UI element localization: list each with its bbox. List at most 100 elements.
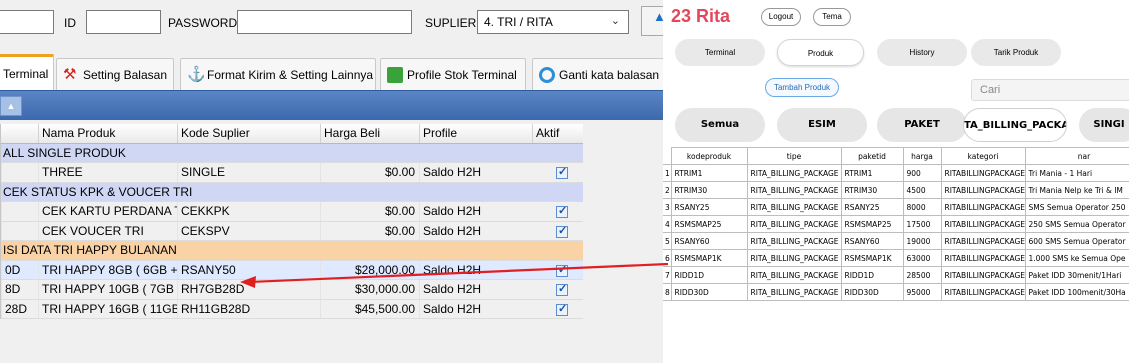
table-row[interactable]: 28D TRI HAPPY 16GB ( 11GB + RH11GB28D $45,5…	[1, 299, 583, 319]
aktif-checkbox[interactable]	[556, 302, 568, 316]
col-tipe[interactable]: tipe	[746, 147, 842, 165]
cell-tipe: RITA_BILLING_PACKAGE	[746, 266, 842, 284]
search-input[interactable]: Cari	[971, 79, 1129, 101]
row-kode-suplier: CEKKPK	[177, 202, 320, 221]
tab-label: Format Kirim & Setting Lainnya	[207, 67, 374, 82]
nav-terminal[interactable]: Terminal	[675, 39, 765, 66]
table-row[interactable]: 1 RTRIM1 RITA_BILLING_PACKAGE RTRIM1 900 RITA…	[663, 164, 1129, 182]
nav-tarik-produk[interactable]: Tarik Produk	[971, 39, 1061, 66]
category-single[interactable]: SINGI	[1079, 108, 1129, 142]
table-row[interactable]: 4 RSMSMAP25 RITA_BILLING_PACKAGE RSMSMAP25 1…	[663, 215, 1129, 233]
aktif-checkbox[interactable]	[556, 282, 568, 296]
table-row[interactable]: 8 RIDD30D RITA_BILLING_PACKAGE RIDD30D 95000…	[663, 283, 1129, 301]
row-number: 3	[663, 198, 672, 216]
col-kodeproduk[interactable]: kodeproduk	[670, 147, 748, 165]
category-semua[interactable]: Semua	[675, 108, 765, 142]
tab-format-kirim[interactable]: ⚓ Format Kirim & Setting Lainnya	[180, 58, 376, 90]
cell-harga: 19000	[902, 232, 942, 250]
cell-paketid: RTRIM1	[840, 164, 904, 182]
logout-button[interactable]: Logout	[761, 8, 801, 26]
row-number: 2	[663, 181, 672, 199]
tab-ganti-kata-balasan[interactable]: Ganti kata balasan	[532, 58, 672, 90]
cell-tipe: RITA_BILLING_PACKAGE	[746, 249, 842, 267]
row-code	[1, 221, 38, 240]
group-label: ISI DATA TRI HAPPY BULANAN	[3, 243, 177, 257]
aktif-checkbox[interactable]	[556, 263, 568, 277]
col-nama[interactable]: nar	[1024, 147, 1129, 165]
row-nama-produk: CEK VOUCER TRI	[38, 221, 177, 240]
row-number: 1	[663, 164, 672, 182]
col-nama-produk[interactable]: Nama Produk	[38, 124, 177, 143]
nav-produk[interactable]: Produk	[777, 39, 864, 66]
col-kategori[interactable]: kategori	[940, 147, 1026, 165]
tema-button[interactable]: Tema	[813, 8, 851, 26]
row-number: 7	[663, 266, 672, 284]
cell-paketid: RSMSMAP25	[840, 215, 904, 233]
cell-nama: 600 SMS Semua Operator	[1024, 232, 1129, 250]
category-esim[interactable]: ESIM	[777, 108, 867, 142]
cell-kategori: RITABILLINGPACKAGE	[940, 164, 1026, 182]
table-row[interactable]: 8D TRI HAPPY 10GB ( 7GB + . RH7GB28D $30,00…	[1, 280, 583, 300]
password-label: PASSWORD	[168, 16, 238, 30]
row-profile: Saldo H2H	[419, 202, 532, 221]
group-label: ALL SINGLE PRODUK	[3, 145, 126, 160]
cell-paketid: RSANY60	[840, 232, 904, 250]
user-field[interactable]	[0, 10, 54, 34]
row-profile: Saldo H2H	[419, 299, 532, 318]
group-row[interactable]: ISI DATA TRI HAPPY BULANAN	[1, 241, 583, 261]
aktif-checkbox[interactable]	[556, 224, 568, 238]
col-harga[interactable]: harga	[902, 147, 942, 165]
tab-setting-balasan[interactable]: ⚒ Setting Balasan	[56, 58, 174, 90]
password-field[interactable]	[237, 10, 412, 34]
row-number: 6	[663, 249, 672, 267]
group-row[interactable]: ALL SINGLE PRODUK	[1, 143, 583, 163]
table-row[interactable]: CEK KARTU PERDANA TRICEKKPK$0.00Saldo H2…	[1, 202, 583, 222]
tab-label: Profile Stok Terminal	[407, 67, 517, 82]
table-row[interactable]: CEK VOUCER TRI CEKSPV $0.00 Saldo H2H	[1, 221, 583, 241]
tab-profile-stok[interactable]: Profile Stok Terminal	[380, 58, 526, 90]
category-paket[interactable]: PAKET	[877, 108, 967, 142]
aktif-checkbox[interactable]	[556, 165, 568, 179]
cell-kodeproduk: RTRIM1	[670, 164, 748, 182]
col-harga-beli[interactable]: Harga Beli	[320, 124, 419, 143]
col-kode-suplier[interactable]: Kode Suplier	[177, 124, 320, 143]
row-profile: Saldo H2H	[419, 221, 532, 240]
col-profile[interactable]: Profile	[419, 124, 532, 143]
id-field[interactable]	[86, 10, 161, 34]
tab-terminal[interactable]: Terminal	[0, 54, 54, 90]
category-billing-package[interactable]: TA_BILLING_PACKA	[963, 108, 1067, 142]
collapse-icon[interactable]: ▲	[0, 96, 22, 116]
supplier-label: SUPLIER	[425, 16, 477, 30]
table-row[interactable]: 0D TRI HAPPY 8GB ( 6GB + 2(RSANY50 $28,000…	[1, 260, 583, 280]
row-nama-produk: THREE	[38, 163, 177, 182]
cell-tipe: RITA_BILLING_PACKAGE	[746, 215, 842, 233]
table-row[interactable]: 5 RSANY60 RITA_BILLING_PACKAGE RSANY60 19000…	[663, 232, 1129, 250]
cell-harga: 900	[902, 164, 942, 182]
brand-title: 23 Rita	[671, 6, 731, 26]
table-row[interactable]: THREE SINGLE $0.00 Saldo H2H	[1, 163, 583, 183]
table-row[interactable]: 3 RSANY25 RITA_BILLING_PACKAGE RSANY25 8000 R…	[663, 198, 1129, 216]
group-label: CEK STATUS KPK & VOUCER TRI	[3, 184, 193, 199]
table-row[interactable]: 7 RIDD1D RITA_BILLING_PACKAGE RIDD1D 28500 RI…	[663, 266, 1129, 284]
table-row[interactable]: 2 RTRIM30 RITA_BILLING_PACKAGE RTRIM30 4500 R…	[663, 181, 1129, 199]
profile-icon	[387, 66, 403, 83]
nav-history[interactable]: History	[877, 39, 967, 66]
supplier-select[interactable]: 4. TRI / RITA ⌄	[477, 10, 629, 34]
add-product-button[interactable]: Tambah Produk	[765, 78, 839, 97]
cell-kategori: RITABILLINGPACKAGE	[940, 249, 1026, 267]
row-profile: Saldo H2H	[419, 280, 532, 299]
row-nama-produk: TRI HAPPY 16GB ( 11GB +	[38, 299, 177, 318]
cell-kodeproduk: RSMSMAP1K	[670, 249, 748, 267]
row-nama-produk: TRI HAPPY 10GB ( 7GB + .	[38, 280, 177, 299]
aktif-checkbox[interactable]	[556, 204, 568, 218]
cell-paketid: RIDD30D	[840, 283, 904, 301]
col-aktif[interactable]: Aktif	[532, 124, 584, 143]
row-harga-beli: $28,000.00	[320, 260, 419, 279]
row-number: 5	[663, 232, 672, 250]
row-nama-produk: CEK KARTU PERDANA TRI	[38, 202, 177, 221]
table-row[interactable]: 6 RSMSMAP1K RITA_BILLING_PACKAGE RSMSMAP1K 6…	[663, 249, 1129, 267]
group-row[interactable]: CEK STATUS KPK & VOUCER TRI	[1, 182, 583, 202]
row-harga-beli: $0.00	[320, 163, 419, 182]
col-paketid[interactable]: paketid	[840, 147, 904, 165]
chevron-down-icon: ⌄	[610, 15, 620, 27]
